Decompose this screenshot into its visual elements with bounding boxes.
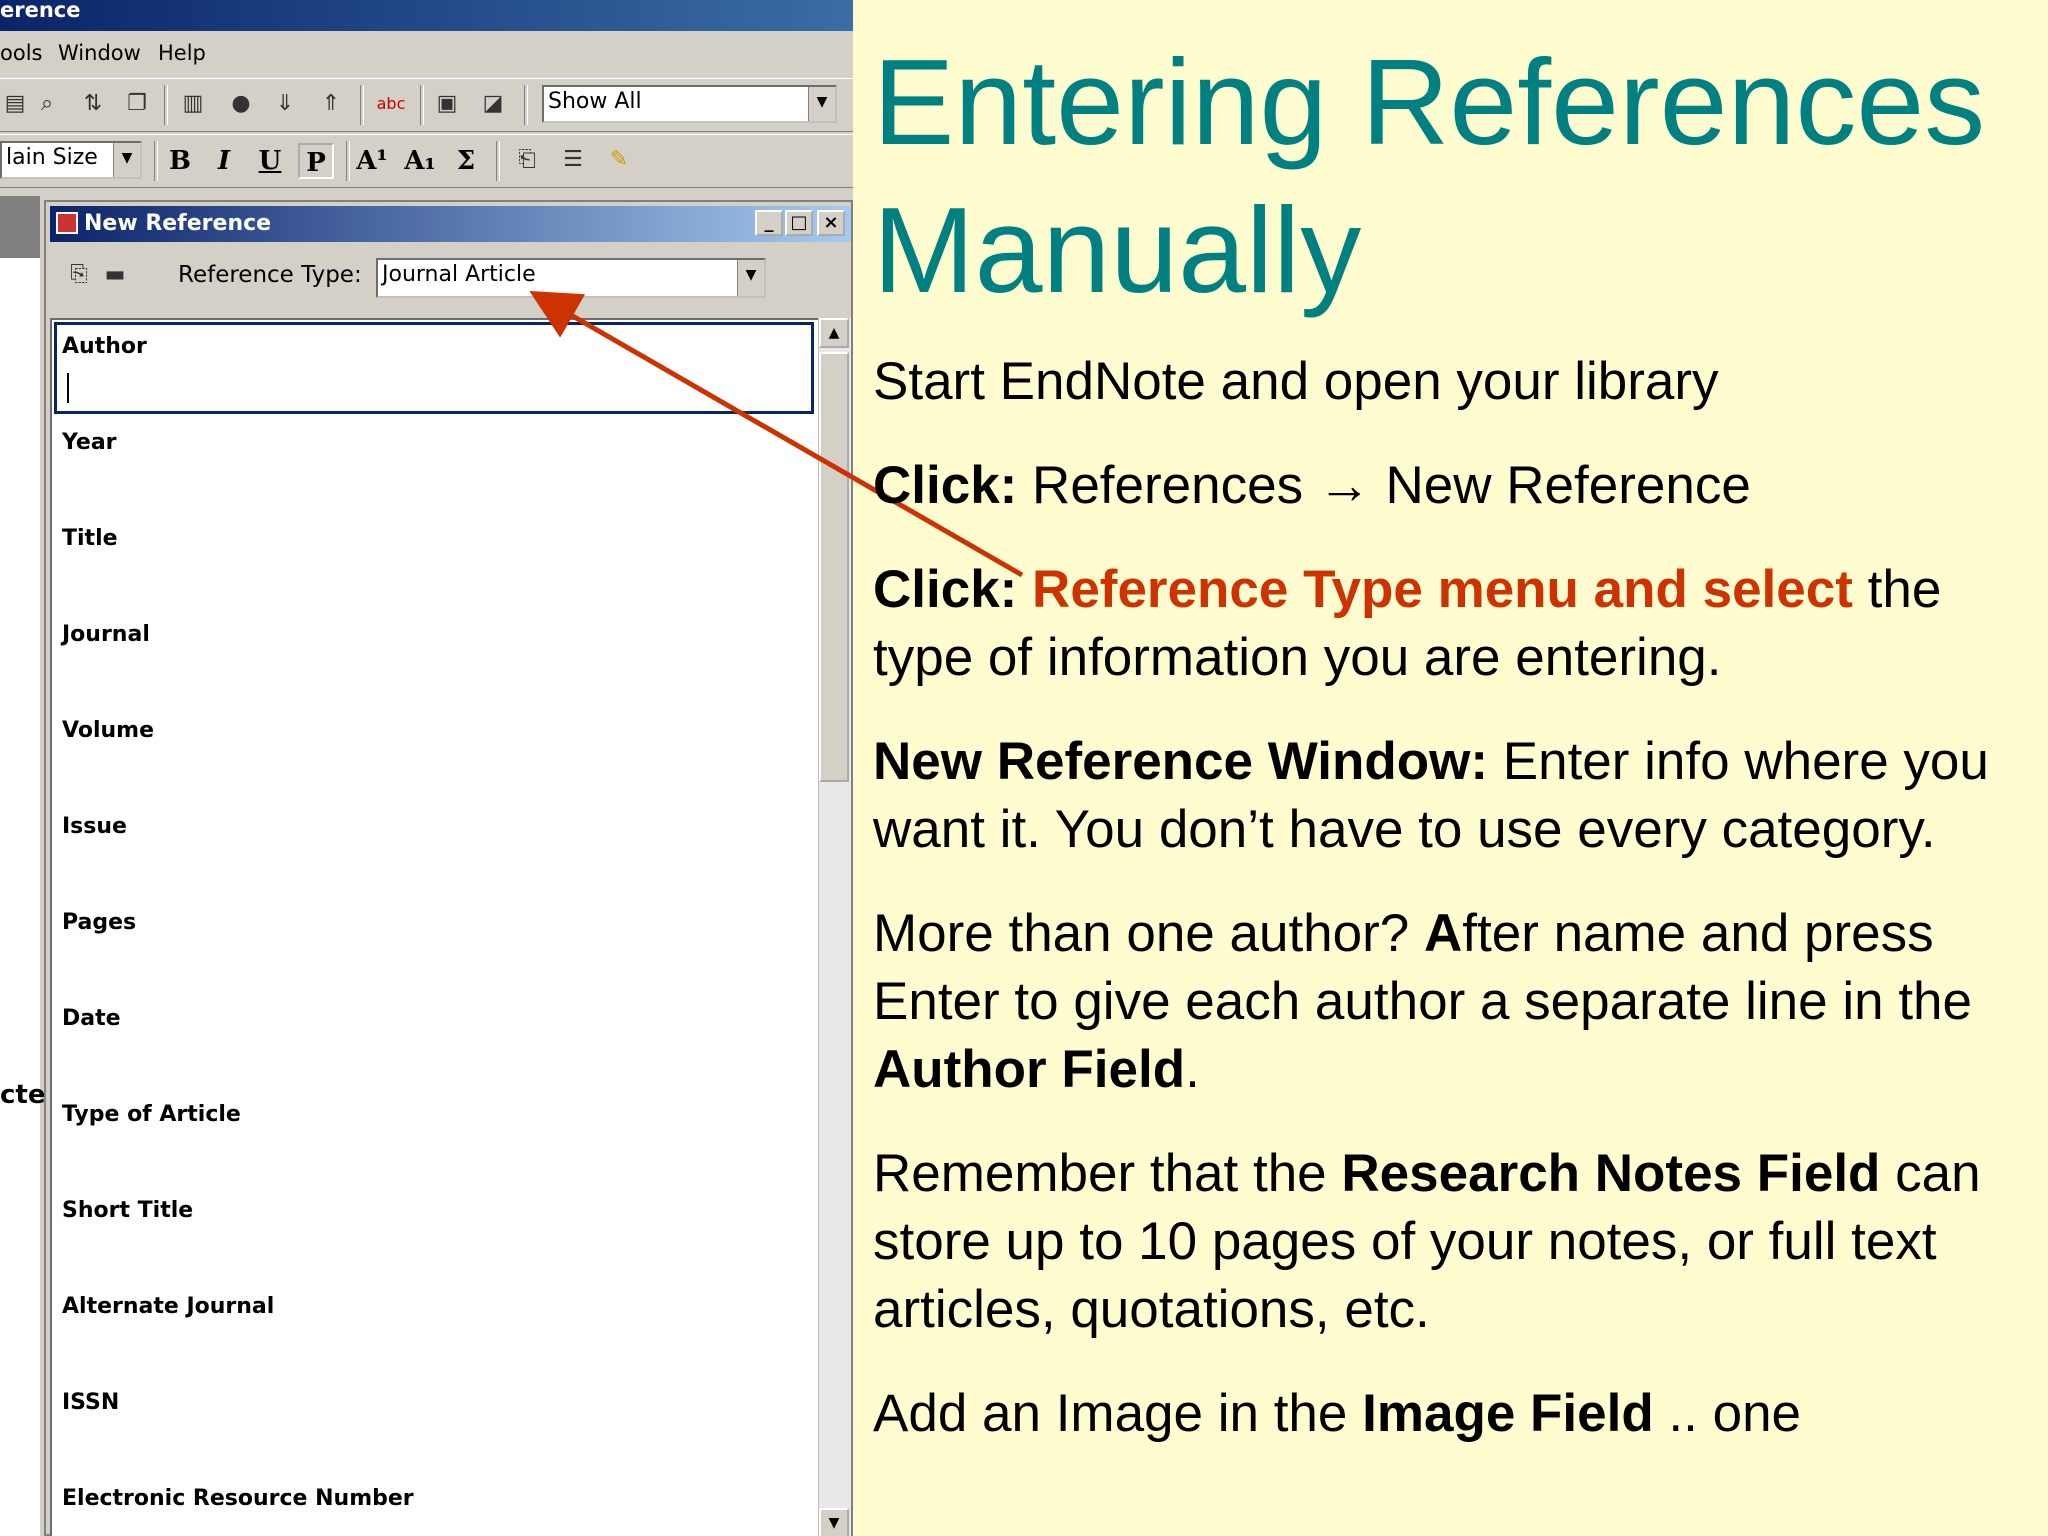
list-icon[interactable]: ☰ (558, 145, 588, 175)
step-reference-type: Click: Reference Type menu and select th… (873, 556, 2033, 692)
field-label-short-title[interactable]: Short Title (62, 1198, 193, 1223)
step-new-reference: Click: References → New Reference (873, 452, 2033, 520)
step-bold: Image Field (1362, 1384, 1654, 1443)
export-icon[interactable]: ⇑ (316, 89, 346, 119)
step-text: Remember that the (873, 1144, 1342, 1203)
format-toolbar: lain Size ▼ B I U P A¹ A₁ Σ ⎗ ☰ ✎ (0, 134, 853, 188)
reference-type-select[interactable]: Journal Article ▼ (376, 258, 766, 298)
subscript-button[interactable]: A₁ (402, 143, 438, 179)
format-icon[interactable]: ▥ (178, 89, 208, 119)
chevron-down-icon[interactable]: ▼ (808, 87, 835, 121)
slide-title-line-1: Entering References (873, 34, 1986, 170)
field-label-journal[interactable]: Journal (62, 622, 150, 647)
step-research-notes: Remember that the Research Notes Field c… (873, 1140, 2033, 1344)
step-authors: More than one author? After name and pre… (873, 900, 2033, 1104)
field-label-type-of-article[interactable]: Type of Article (62, 1102, 241, 1127)
show-all-value: Show All (548, 89, 642, 114)
minimize-button[interactable]: _ (755, 210, 783, 236)
field-label-issn[interactable]: ISSN (62, 1390, 119, 1415)
step-label: New Reference Window: (873, 732, 1489, 791)
field-label-pages[interactable]: Pages (62, 910, 136, 935)
slide-title-line-2: Manually (873, 182, 1362, 318)
chevron-down-icon[interactable]: ▼ (113, 143, 140, 177)
reference-type-value: Journal Article (382, 262, 536, 287)
link-icon[interactable]: ⎘ (64, 260, 94, 290)
symbol-button[interactable]: Σ (448, 143, 484, 179)
step-label: Click: (873, 560, 1018, 619)
image-icon[interactable]: ▣ (432, 89, 462, 119)
field-label-year[interactable]: Year (62, 430, 117, 455)
step-start: Start EndNote and open your library (873, 348, 2033, 416)
step-bold: Author Field (873, 1040, 1186, 1099)
new-reference-window: New Reference _ □ × ⎘ ▬ Reference Type: … (44, 200, 853, 1536)
new-icon[interactable]: ▤ (0, 89, 30, 119)
field-label-volume[interactable]: Volume (62, 718, 154, 743)
globe-icon[interactable]: ● (226, 89, 256, 119)
figure-icon[interactable]: ◪ (478, 89, 508, 119)
sort-icon[interactable]: ⇅ (78, 89, 108, 119)
endnote-screenshot: erence ools Window Help ▤ ⌕ ⇅ ❐ ▥ ● ⇓ ⇑ … (0, 0, 853, 1536)
step-image: Add an Image in the Image Field .. one (873, 1380, 2033, 1448)
maximize-button[interactable]: □ (785, 210, 813, 236)
text-caret (67, 373, 69, 403)
field-label-date[interactable]: Date (62, 1006, 121, 1031)
italic-button[interactable]: I (206, 143, 242, 179)
step-start-text: Start EndNote and open your library (873, 352, 1719, 411)
window-titlebar[interactable]: New Reference _ □ × (50, 206, 851, 242)
field-label-issue[interactable]: Issue (62, 814, 127, 839)
menu-tools[interactable]: ools (0, 41, 42, 65)
slide-title: Entering References Manually (873, 28, 2033, 324)
menu-window[interactable]: Window (58, 41, 141, 65)
endnote-icon (56, 212, 78, 234)
slide-body: Start EndNote and open your library Clic… (873, 348, 2033, 1484)
underline-button[interactable]: U (252, 143, 288, 179)
import-icon[interactable]: ⇓ (270, 89, 300, 119)
folder-icon[interactable]: ▬ (100, 260, 130, 290)
step-text: References → New Reference (1017, 456, 1751, 515)
step-label: Click: (873, 456, 1018, 515)
spellcheck-icon[interactable]: abc (376, 89, 406, 119)
main-toolbar: ▤ ⌕ ⇅ ❐ ▥ ● ⇓ ⇑ abc ▣ ◪ Show All ▼ (0, 78, 853, 132)
scroll-thumb[interactable] (819, 352, 849, 782)
step-text: . (1185, 1040, 1200, 1099)
step-text: Add an Image in the (873, 1384, 1363, 1443)
step-highlight: Reference Type menu and select (1017, 560, 1853, 619)
library-pane (0, 258, 40, 1536)
menu-help[interactable]: Help (158, 41, 206, 65)
library-column-fragment: cte (0, 1080, 46, 1110)
author-field[interactable] (54, 322, 814, 414)
field-label-electronic-resource-number[interactable]: Electronic Resource Number (62, 1486, 414, 1511)
plain-button[interactable]: P (298, 143, 334, 179)
field-label-alternate-journal[interactable]: Alternate Journal (62, 1294, 274, 1319)
bold-button[interactable]: B (162, 143, 198, 179)
binoculars-icon[interactable]: ⌕ (32, 89, 62, 119)
reference-toolbar: ⎘ ▬ Reference Type: Journal Article ▼ (50, 246, 851, 306)
field-label-author: Author (62, 334, 147, 359)
reference-form: Author Year Title Journal Volume Issue Pages Da… (50, 318, 820, 1536)
size-value: lain Size (6, 145, 98, 170)
app-title: erence (0, 0, 81, 22)
app-titlebar: erence (0, 0, 853, 31)
step-text: .. one (1653, 1384, 1802, 1443)
scroll-up-button[interactable]: ▲ (819, 318, 849, 348)
word-icon[interactable]: ✎ (604, 145, 634, 175)
chevron-down-icon[interactable]: ▼ (737, 260, 764, 296)
close-button[interactable]: × (817, 210, 845, 236)
show-all-combo[interactable]: Show All ▼ (542, 85, 837, 123)
step-bold: Research Notes Field (1341, 1144, 1881, 1203)
menubar: ools Window Help (0, 34, 853, 72)
insert-citation-icon[interactable]: ⎗ (512, 145, 542, 175)
window-title: New Reference (84, 211, 272, 236)
vertical-scrollbar[interactable]: ▲ ▼ (818, 318, 851, 1536)
scroll-down-button[interactable]: ▼ (819, 1508, 849, 1536)
superscript-button[interactable]: A¹ (354, 143, 390, 179)
reference-type-label: Reference Type: (178, 262, 362, 288)
step-bold: A (1424, 904, 1463, 963)
field-label-title[interactable]: Title (62, 526, 118, 551)
size-combo[interactable]: lain Size ▼ (0, 141, 142, 179)
step-window: New Reference Window: Enter info where y… (873, 728, 2033, 864)
step-text: More than one author? (873, 904, 1424, 963)
copy-icon[interactable]: ❐ (122, 89, 152, 119)
